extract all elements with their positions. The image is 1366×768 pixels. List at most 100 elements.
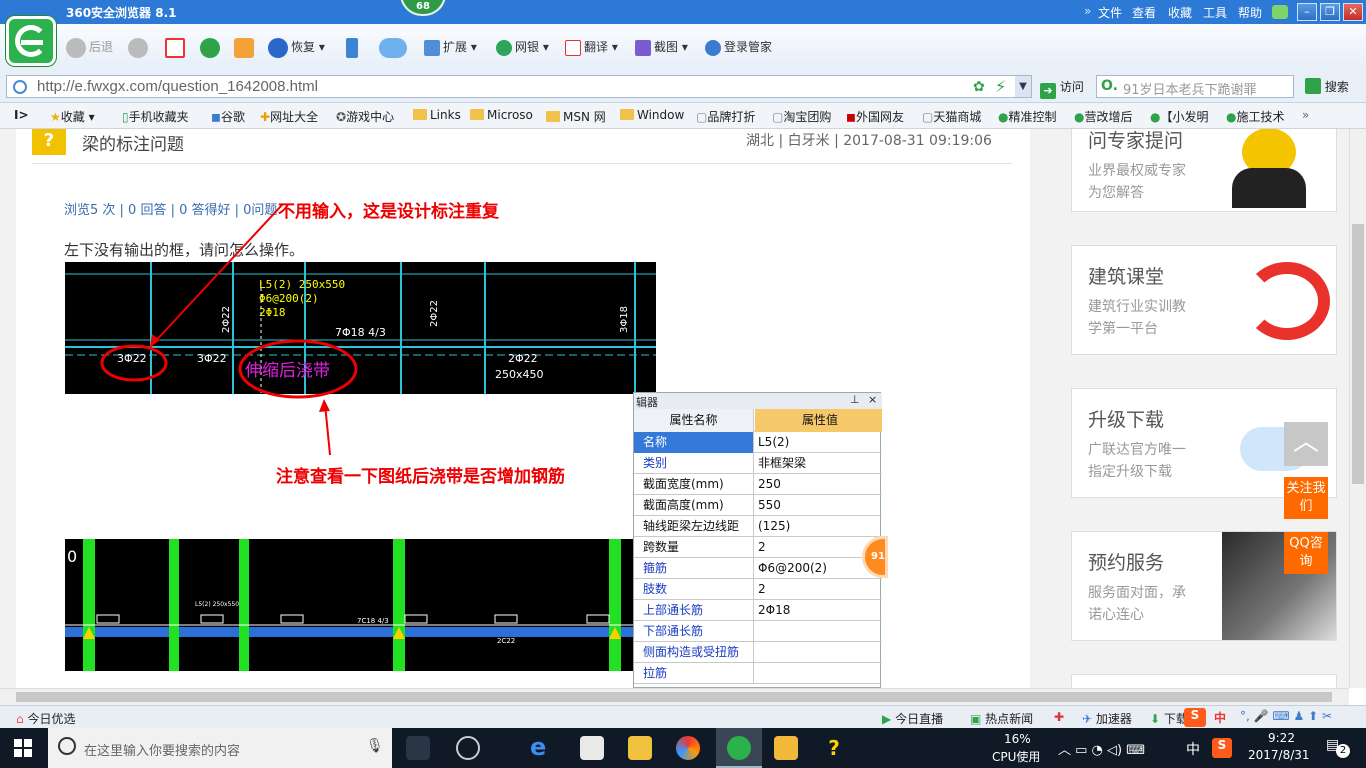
bookmark-taobao[interactable]: ▢淘宝团购 <box>772 108 831 125</box>
bookmark-precise[interactable]: ●精准控制 <box>998 108 1057 125</box>
extend-button[interactable]: 扩展 ▾ <box>424 35 477 59</box>
property-value[interactable] <box>755 642 882 663</box>
property-value[interactable]: 2Φ18 <box>755 600 882 621</box>
property-value[interactable]: (125) <box>755 516 882 537</box>
bookmark-sites[interactable]: ✚网址大全 <box>260 108 318 125</box>
property-value[interactable] <box>755 663 882 684</box>
property-value[interactable]: L5(2) <box>755 432 882 453</box>
security-icon[interactable]: ✿ <box>973 79 985 95</box>
download-status[interactable]: ⬇ 下载 <box>1150 710 1188 727</box>
menu-favorites[interactable]: 收藏 <box>1168 4 1192 21</box>
qq-consult-button[interactable]: QQ咨询 <box>1284 532 1328 574</box>
menu-file[interactable]: 文件 <box>1098 4 1122 21</box>
tray-lang[interactable]: 中 <box>1186 739 1200 759</box>
clock-date[interactable]: 2017/8/31 <box>1248 748 1310 762</box>
store-icon[interactable] <box>580 736 604 760</box>
property-row[interactable]: 拉筋 <box>634 663 882 684</box>
bookmark-msn[interactable]: MSN 网 <box>546 108 606 125</box>
panel-close-button[interactable]: × <box>868 393 877 406</box>
app-360-icon[interactable] <box>676 736 700 760</box>
skin-icon[interactable] <box>1272 5 1288 19</box>
translate-button[interactable]: 翻译 ▾ <box>565 35 618 59</box>
today-pick[interactable]: ⌂ 今日优选 <box>16 710 75 727</box>
home-button[interactable] <box>234 35 257 59</box>
go-button[interactable]: ➜ 访问 <box>1040 78 1084 99</box>
explorer-icon[interactable] <box>628 736 652 760</box>
horizontal-scrollbar[interactable] <box>0 688 1349 705</box>
stop-button[interactable] <box>165 35 188 59</box>
menu-help[interactable]: 帮助 <box>1238 4 1262 21</box>
property-value[interactable] <box>755 621 882 642</box>
property-row[interactable]: 肢数 2 <box>634 579 882 600</box>
clock-time[interactable]: 9:22 <box>1268 731 1295 745</box>
accelerator[interactable]: ✈ 加速器 <box>1082 710 1132 727</box>
help-icon[interactable]: ? <box>822 736 846 760</box>
dropdown-icon[interactable]: ▼ <box>1015 76 1031 97</box>
sidebar-toggle-icon[interactable]: I> <box>14 108 29 122</box>
restore-button[interactable]: 恢复 ▾ <box>268 35 325 59</box>
property-value[interactable]: 550 <box>755 495 882 516</box>
menu-tools[interactable]: 工具 <box>1203 4 1227 21</box>
property-value[interactable]: 2 <box>755 579 882 600</box>
bookmark-foreign[interactable]: ◼外国网友 <box>846 108 904 125</box>
medical-icon[interactable]: ✚ <box>1054 710 1064 724</box>
property-value[interactable]: 非框架梁 <box>755 453 882 474</box>
property-row[interactable]: 轴线距梁左边线距 (125) <box>634 516 882 537</box>
bookmark-construction[interactable]: ●施工技术 <box>1226 108 1285 125</box>
taskbar-search-input[interactable]: 在这里输入你要搜索的内容 🎙 <box>48 728 392 768</box>
vertical-scroll-thumb[interactable] <box>1352 224 1364 484</box>
sogou-icon[interactable]: S <box>1184 708 1206 727</box>
microphone-icon[interactable]: 🎙 <box>366 738 384 754</box>
search-input[interactable]: O. 91岁日本老兵下跪谢罪 <box>1096 75 1294 98</box>
tray-sogou-icon[interactable]: S <box>1212 738 1232 758</box>
bookmark-favorites[interactable]: ★收藏 ▾ <box>50 108 95 125</box>
property-row[interactable]: 箍筋 Φ6@200(2) <box>634 558 882 579</box>
bookmark-google[interactable]: ◼谷歌 <box>211 108 245 125</box>
close-button[interactable]: ✕ <box>1343 3 1363 21</box>
search-button[interactable]: 搜索 <box>1305 78 1349 95</box>
lightning-icon[interactable]: ⚡ <box>995 77 1006 96</box>
url-field[interactable]: http://e.fwxgx.com/question_1642008.html… <box>6 75 1032 98</box>
more-bookmarks-icon[interactable]: » <box>1302 108 1309 122</box>
notes-icon[interactable] <box>774 736 798 760</box>
horizontal-scroll-thumb[interactable] <box>16 692 1332 702</box>
property-row[interactable]: 截面宽度(mm) 250 <box>634 474 882 495</box>
netbank-button[interactable]: 网银 ▾ <box>496 35 549 59</box>
edge-icon[interactable]: e <box>530 735 554 760</box>
bookmark-mobile[interactable]: ▯手机收藏夹 <box>122 108 189 125</box>
browser-logo-icon[interactable] <box>6 16 56 66</box>
bookmark-games[interactable]: ✪游戏中心 <box>336 108 394 125</box>
property-row[interactable]: 下部通长筋 <box>634 621 882 642</box>
back-to-top-button[interactable]: ︿ <box>1284 422 1328 466</box>
sidebar-card-classroom[interactable]: 建筑课堂 建筑行业实训教 学第一平台 <box>1071 245 1337 355</box>
property-row[interactable]: 截面高度(mm) 550 <box>634 495 882 516</box>
property-row[interactable]: 名称 L5(2) <box>634 432 882 453</box>
property-row[interactable]: 类别 非框架梁 <box>634 453 882 474</box>
bookmark-windows[interactable]: Window <box>620 108 684 122</box>
app-swirl-icon[interactable] <box>456 736 480 760</box>
taskbar-browser-active[interactable] <box>716 728 762 768</box>
tray-icons[interactable]: ︿ ▭ ◔ ◁) ⌨ <box>1058 739 1145 758</box>
sidebar-card-expert[interactable]: 问专家提问 业界最权威专家 为您解答 <box>1071 129 1337 212</box>
bookmark-vat[interactable]: ●营改增后 <box>1074 108 1133 125</box>
menu-view[interactable]: 查看 <box>1132 4 1156 21</box>
bookmark-microsoft[interactable]: Microso <box>470 108 533 122</box>
task-view-icon[interactable] <box>406 736 430 760</box>
screenshot-button[interactable]: 截图 ▾ <box>635 35 688 59</box>
property-row[interactable]: 跨数量 2 <box>634 537 882 558</box>
hot-news[interactable]: ▣ 热点新闻 <box>970 710 1033 727</box>
property-editor-panel[interactable]: 辑器 ⊥ × 属性名称 属性值 名称 L5(2) 类别 非框架梁 截面宽度(mm) 250… <box>633 392 882 688</box>
ime-indicator[interactable]: 中 <box>1214 709 1226 726</box>
login-manager-button[interactable]: 登录管家 <box>705 35 772 59</box>
pin-icon[interactable]: ⊥ <box>850 393 860 406</box>
bookmark-invention[interactable]: ●【小发明 <box>1150 108 1209 125</box>
maximize-button[interactable]: ❐ <box>1320 3 1340 21</box>
forward-button[interactable] <box>128 35 151 59</box>
minimize-button[interactable]: – <box>1297 3 1317 21</box>
url-text[interactable]: http://e.fwxgx.com/question_1642008.html <box>37 78 318 95</box>
bookmark-links[interactable]: Links <box>413 108 461 122</box>
property-value[interactable]: 250 <box>755 474 882 495</box>
back-button[interactable]: 后退 <box>66 35 113 59</box>
bookmark-tmall[interactable]: ▢天猫商城 <box>922 108 981 125</box>
phone-button[interactable] <box>346 35 361 59</box>
